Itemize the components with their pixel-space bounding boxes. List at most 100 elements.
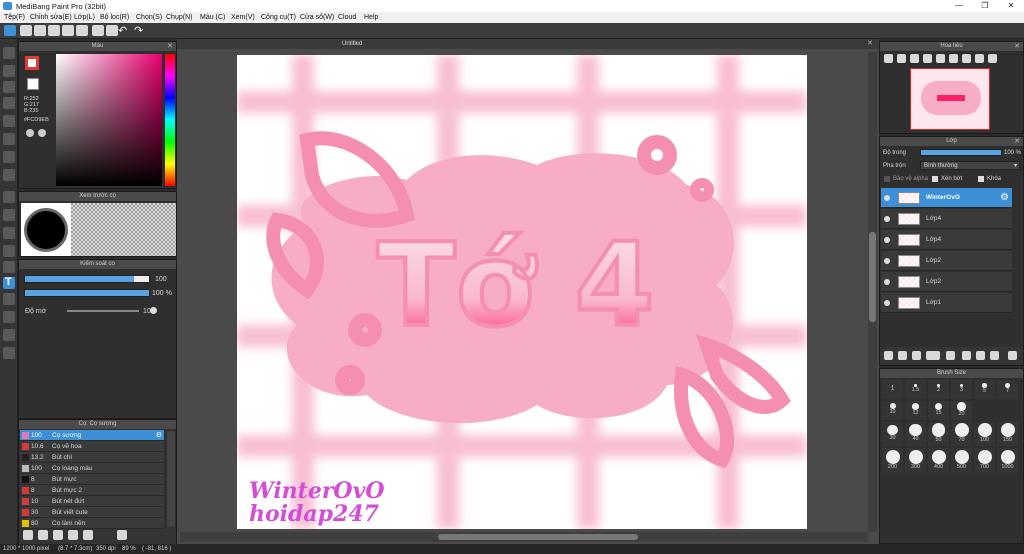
bucket-tool-icon[interactable] (3, 151, 15, 163)
layer-row[interactable]: Lớp4 (881, 230, 1012, 250)
save-icon[interactable] (76, 25, 88, 36)
rotate-right-icon[interactable] (949, 54, 958, 63)
eye-icon[interactable] (884, 195, 890, 201)
message-icon[interactable] (48, 25, 60, 36)
select-tool-icon[interactable] (3, 191, 15, 203)
brush-size-option[interactable]: 1.5 (905, 380, 926, 399)
duplicate-layer-icon[interactable] (962, 351, 971, 360)
saturation-value-field[interactable] (56, 54, 162, 186)
eraser-tool-icon[interactable] (3, 65, 15, 77)
eyedropper-tool-icon[interactable] (3, 311, 15, 323)
brush-clipboard-icon[interactable] (83, 530, 93, 540)
new-halftone-layer-icon[interactable] (898, 351, 907, 360)
layer-opacity-slider[interactable] (920, 149, 1002, 156)
brush-size-option[interactable]: 700 (974, 448, 995, 473)
horizontal-scroll-thumb[interactable] (438, 534, 638, 540)
menu-layer[interactable]: Lớp(L) (74, 14, 95, 21)
brush-size-option[interactable]: 2 (928, 380, 949, 399)
zoom-in-icon[interactable] (884, 54, 893, 63)
layer-row[interactable]: Lớp2 (881, 251, 1012, 271)
new-layer-icon[interactable] (884, 351, 893, 360)
brush-list-item[interactable]: 10 Bút nét đứt (20, 496, 164, 507)
move-tool-icon[interactable] (3, 115, 15, 127)
brush-size-option[interactable]: 50 (928, 422, 949, 446)
brush-list-item[interactable]: 100 Cọ sương ⚙ (20, 430, 164, 441)
menu-filter[interactable]: Bộ lọc(R) (100, 14, 129, 21)
layer-settings-icon[interactable] (990, 351, 999, 360)
foreground-color-swatch[interactable] (25, 56, 39, 70)
vertical-scrollbar[interactable] (868, 52, 877, 532)
close-icon[interactable]: ✕ (167, 42, 173, 51)
color-picker-icon[interactable] (38, 129, 46, 137)
menu-select[interactable]: Chọn(S) (136, 14, 162, 21)
brush-size-option[interactable]: 7 (997, 380, 1018, 399)
gear-icon[interactable]: ⚙ (1000, 192, 1009, 203)
drawing-canvas[interactable]: Tớ 4 WinterOvO hoidap247 (237, 55, 807, 529)
dot-tool-icon[interactable] (3, 81, 15, 93)
new-8bit-layer-icon[interactable] (912, 351, 921, 360)
lasso-tool-icon[interactable] (3, 209, 15, 221)
brush-size-option[interactable]: 40 (905, 422, 926, 446)
menu-window[interactable]: Cửa sổ(W) (300, 14, 334, 21)
flip-horizontal-icon[interactable] (975, 54, 984, 63)
new-file-icon[interactable] (20, 25, 32, 36)
brush-opacity-slider[interactable] (24, 289, 150, 297)
delete-brush-icon[interactable] (117, 530, 127, 540)
merge-layer-icon[interactable] (976, 351, 985, 360)
close-icon[interactable]: ✕ (1014, 42, 1020, 51)
blend-mode-select[interactable]: Bình thường ▾ (920, 161, 1020, 170)
brush-list-scrollbar[interactable] (167, 431, 175, 527)
background-color-swatch[interactable] (27, 78, 39, 90)
add-brush-icon[interactable] (23, 530, 33, 540)
lock-checkbox[interactable] (978, 176, 984, 182)
vertical-scroll-thumb[interactable] (869, 232, 876, 322)
protect-alpha-checkbox[interactable] (884, 176, 890, 182)
brush-size-option[interactable]: 300 (905, 448, 926, 473)
navigator-thumbnail[interactable] (910, 68, 990, 130)
brush-list-item[interactable]: 30 Bút viết cute (20, 507, 164, 518)
copy-brush-icon[interactable] (53, 530, 63, 540)
brush-list-item[interactable]: 80 Cọ làm nền (20, 518, 164, 529)
brush-folder-icon[interactable] (68, 530, 78, 540)
undo-icon[interactable]: ↶ (118, 24, 127, 37)
eye-icon[interactable] (884, 237, 890, 243)
brush-size-option[interactable]: 400 (928, 448, 949, 473)
shape-tool-icon[interactable] (3, 133, 15, 145)
brush-size-option[interactable]: 30 (882, 422, 903, 446)
layer-row[interactable]: Lớp1 (881, 293, 1012, 313)
brush-size-option[interactable]: 150 (997, 422, 1018, 446)
fit-icon[interactable] (910, 54, 919, 63)
hand-tool-icon[interactable] (3, 347, 15, 359)
palette-icon[interactable] (26, 129, 34, 137)
text-tool-icon[interactable]: T (3, 276, 15, 289)
brush-size-option[interactable]: 20 (951, 401, 972, 420)
open-file-icon[interactable] (62, 25, 74, 36)
menu-color[interactable]: Màu (C) (200, 14, 225, 21)
eye-icon[interactable] (884, 279, 890, 285)
brush-size-option[interactable]: 3 (951, 380, 972, 399)
select-pen-tool-icon[interactable] (3, 245, 15, 257)
gradient-tool-icon[interactable] (3, 169, 15, 181)
layer-folder-icon[interactable] (946, 351, 955, 360)
blur-slider[interactable] (67, 310, 139, 312)
horizontal-scrollbar[interactable] (180, 532, 868, 542)
menu-view[interactable]: Xem(V) (231, 14, 255, 21)
brush-size-option[interactable]: 500 (951, 448, 972, 473)
flip-vertical-icon[interactable] (988, 54, 997, 63)
brush-settings-icon[interactable] (38, 530, 48, 540)
brush-size-option[interactable]: 200 (882, 448, 903, 473)
brush-size-option[interactable]: 1000 (997, 448, 1018, 473)
eye-icon[interactable] (884, 300, 890, 306)
minimize-icon[interactable]: — (946, 0, 972, 12)
brush-size-option[interactable]: 1 (882, 380, 903, 399)
reset-rotation-icon[interactable] (962, 54, 971, 63)
brush-list-item[interactable]: 8 Bút mực 2 (20, 485, 164, 496)
close-icon[interactable]: ✕ (867, 39, 873, 47)
menu-cloud[interactable]: Cloud (338, 14, 356, 21)
close-icon[interactable]: ✕ (998, 0, 1024, 12)
layer-row[interactable]: Lớp4 (881, 209, 1012, 229)
menu-file[interactable]: Tệp(F) (4, 14, 25, 21)
grid-icon[interactable] (92, 25, 104, 36)
add-layer-menu-icon[interactable] (926, 351, 940, 360)
actual-size-icon[interactable] (923, 54, 932, 63)
